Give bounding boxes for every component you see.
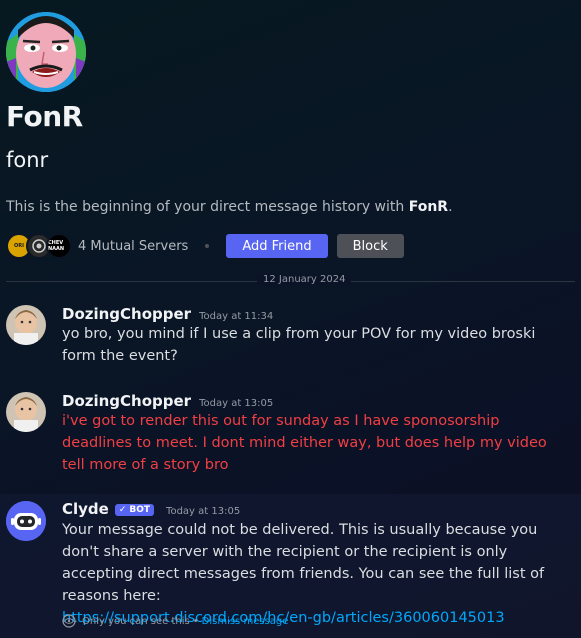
only-you-text: Only you can see this bbox=[82, 615, 190, 627]
add-friend-button[interactable]: Add Friend bbox=[226, 234, 328, 258]
note-separator: • bbox=[192, 615, 199, 627]
author-name[interactable]: Clyde bbox=[62, 500, 109, 518]
intro-prefix: This is the beginning of your direct mes… bbox=[6, 199, 409, 215]
eye-icon bbox=[62, 614, 76, 628]
message-timestamp: Today at 13:05 bbox=[166, 506, 241, 517]
failed-message-content: i've got to render this out for sunday a… bbox=[62, 413, 547, 473]
message-timestamp: Today at 11:34 bbox=[199, 311, 274, 322]
message-content: yo bro, you mind if I use a clip from yo… bbox=[62, 326, 536, 364]
profile-username: fonr bbox=[6, 148, 49, 172]
block-button[interactable]: Block bbox=[336, 234, 404, 258]
message-header: DozingChopper Today at 13:05 bbox=[62, 392, 273, 410]
author-name[interactable]: DozingChopper bbox=[62, 392, 191, 410]
clyde-text: Your message could not be delivered. Thi… bbox=[62, 522, 545, 604]
dismiss-message-link[interactable]: Dismiss message bbox=[202, 616, 289, 627]
ephemeral-note: Only you can see this • Dismiss message bbox=[62, 614, 288, 628]
date-divider-label: 12 January 2024 bbox=[257, 274, 352, 285]
server-emblem-icon bbox=[32, 239, 46, 253]
message-timestamp: Today at 13:05 bbox=[199, 398, 274, 409]
profile-display-name: FonR bbox=[6, 100, 83, 133]
mutual-row: ORI CHEV NAAN 4 Mutual Servers Add Frien… bbox=[6, 233, 404, 259]
author-name[interactable]: DozingChopper bbox=[62, 305, 191, 323]
dm-channel: FonR fonr This is the beginning of your … bbox=[0, 0, 581, 638]
separator-dot bbox=[205, 244, 210, 248]
bot-tag: ✓ BOT bbox=[114, 504, 155, 516]
message-header: DozingChopper Today at 11:34 bbox=[62, 305, 273, 323]
author-avatar[interactable] bbox=[6, 305, 46, 345]
author-avatar[interactable] bbox=[6, 392, 46, 432]
avatar-photo bbox=[6, 392, 46, 432]
intro-name: FonR bbox=[408, 199, 449, 215]
dm-intro-text: This is the beginning of your direct mes… bbox=[6, 199, 453, 215]
avatar-photo bbox=[6, 305, 46, 345]
clyde-avatar[interactable] bbox=[6, 501, 46, 541]
intro-suffix: . bbox=[448, 199, 453, 215]
message-header: Clyde ✓ BOT Today at 13:05 bbox=[62, 500, 240, 518]
mutual-servers-link[interactable]: 4 Mutual Servers bbox=[78, 239, 188, 254]
checkmark-icon: ✓ bbox=[118, 505, 127, 515]
clyde-bot-icon bbox=[6, 501, 46, 541]
mutual-server-icon[interactable]: CHEV NAAN bbox=[46, 233, 72, 259]
profile-avatar[interactable] bbox=[6, 12, 86, 92]
message-content: Your message could not be delivered. Thi… bbox=[62, 519, 567, 629]
avatar-drawing bbox=[6, 12, 86, 92]
